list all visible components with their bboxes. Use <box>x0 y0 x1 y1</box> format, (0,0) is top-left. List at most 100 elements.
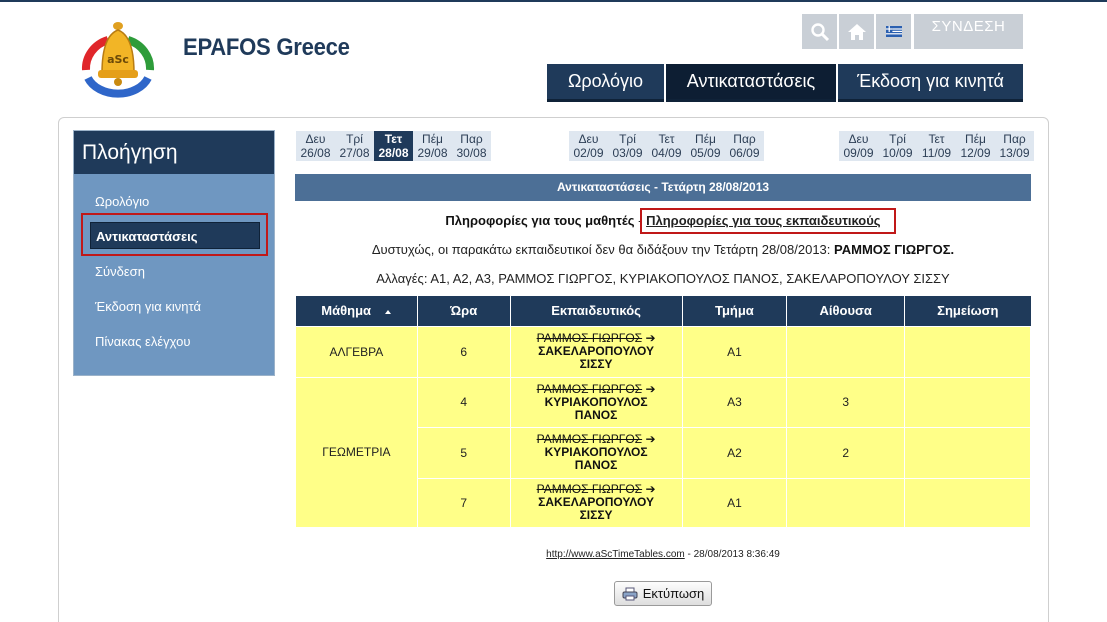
site-title[interactable]: EPAFOS Greece <box>183 34 350 62</box>
login-button[interactable]: ΣΥΝΔΕΣΗ <box>914 14 1023 49</box>
new-teacher-line2: ΠΑΝΟΣ <box>574 458 618 472</box>
teacher-cell: ΡΑΜΜΟΣ ΓΙΩΡΓΟΣ ➔ ΣΑΚΕΛΑΡΟΠΟΥΛΟΥ ΣΙΣΣΥ <box>509 325 683 378</box>
day-tab[interactable]: Παρ 13/09 <box>995 131 1034 161</box>
bell-logo-icon[interactable]: aSc <box>78 18 158 106</box>
asc-link[interactable]: http://www.aScTimeTables.com <box>546 549 685 560</box>
subject-cell: ΓΕΩΜΕΤΡΙΑ <box>295 376 418 528</box>
day-tab[interactable]: Τρί 03/09 <box>608 131 647 161</box>
new-teacher-line2: ΣΙΣΣΥ <box>579 357 613 371</box>
top-border <box>0 0 1107 2</box>
col-room[interactable]: Αίθουσα <box>786 296 906 326</box>
svg-text:aSc: aSc <box>107 53 129 66</box>
col-hour[interactable]: Ώρα <box>417 296 511 326</box>
sidebar-title: Πλοήγηση <box>74 131 274 174</box>
search-button[interactable] <box>802 14 837 49</box>
room-cell <box>786 477 906 528</box>
students-info-label: Πληροφορίες για τους μαθητές <box>445 213 635 228</box>
sidebar-item-timetable[interactable]: Ωρολόγιο <box>95 194 149 209</box>
day-tab[interactable]: Πέμ 12/09 <box>956 131 995 161</box>
table-row: ΑΛΓΕΒΡΑ 6 ΡΑΜΜΟΣ ΓΙΩΡΓΟΣ ➔ ΣΑΚΕΛΑΡΟΠΟΥΛΟΥ ΣΙ… <box>295 325 1031 378</box>
col-teacher[interactable]: Εκπαιδευτικός <box>510 296 683 326</box>
day-name: Δευ <box>848 132 869 146</box>
changes-line: Αλλαγές: Α1, Α2, Α3, ΡΑΜΜΟΣ ΓΙΩΡΓΟΣ, ΚΥΡ… <box>376 271 950 286</box>
old-teacher: ΡΑΜΜΟΣ ΓΙΩΡΓΟΣ <box>536 331 643 345</box>
col-class[interactable]: Τμήμα <box>682 296 788 326</box>
day-name: Τρί <box>346 132 363 146</box>
day-date: 03/09 <box>612 146 643 160</box>
hour-cell: 5 <box>416 426 511 479</box>
home-button[interactable] <box>839 14 874 49</box>
room-cell: 3 <box>786 376 906 428</box>
col-note[interactable]: Σημείωση <box>904 296 1031 326</box>
day-tab[interactable]: Τετ 04/09 <box>647 131 686 161</box>
nav-mobile-version[interactable]: Έκδοση για κινητά <box>838 64 1023 102</box>
day-name: Δευ <box>578 132 599 146</box>
day-name: Τετ <box>658 132 675 146</box>
room-cell <box>786 325 906 378</box>
language-button[interactable] <box>876 14 911 49</box>
day-date: 28/08 <box>378 146 409 160</box>
day-name: Παρ <box>1003 132 1026 146</box>
greek-flag-icon <box>885 26 902 37</box>
day-tab[interactable]: Παρ 06/09 <box>725 131 764 161</box>
absent-line: Δυστυχώς, οι παρακάτω εκπαιδευτικοί δεν … <box>295 242 1031 257</box>
note-cell <box>904 426 1031 479</box>
absent-text: Δυστυχώς, οι παρακάτω εκπαιδευτικοί δεν … <box>371 242 831 257</box>
day-date: 13/09 <box>999 146 1030 160</box>
arrow-icon: ➔ <box>645 432 656 446</box>
content-title: Αντικαταστάσεις - Τετάρτη 28/08/2013 <box>295 174 1031 201</box>
sidebar-item-mobile-version[interactable]: Έκδοση για κινητά <box>95 299 201 314</box>
day-date: 12/09 <box>960 146 991 160</box>
day-date: 27/08 <box>339 146 370 160</box>
footer-timestamp: - 28/08/2013 8:36:49 <box>687 549 780 560</box>
new-teacher-line2: ΣΙΣΣΥ <box>579 508 613 522</box>
day-tab[interactable]: Τετ 11/09 <box>917 131 956 161</box>
room-cell: 2 <box>786 426 906 479</box>
day-date: 29/08 <box>417 146 448 160</box>
teachers-link-highlight-box <box>640 208 896 234</box>
day-tab[interactable]: Δευ 02/09 <box>569 131 608 161</box>
day-tab[interactable]: Τρί 27/08 <box>335 131 374 161</box>
print-button[interactable]: Εκτύπωση <box>614 581 712 606</box>
teacher-cell: ΡΑΜΜΟΣ ΓΙΩΡΓΟΣ ➔ ΚΥΡΙΑΚΟΠΟΥΛΟΣ ΠΑΝΟΣ <box>509 376 683 428</box>
footer-line: http://www.aScTimeTables.com - 28/08/201… <box>295 549 1031 560</box>
class-cell: Α1 <box>681 477 788 528</box>
old-teacher: ΡΑΜΜΟΣ ΓΙΩΡΓΟΣ <box>536 432 643 446</box>
day-date: 11/09 <box>921 146 952 160</box>
day-name: Τετ <box>384 132 403 146</box>
hour-cell: 7 <box>416 477 511 528</box>
day-tab[interactable]: Πέμ 29/08 <box>413 131 452 161</box>
day-tab[interactable]: Δευ 26/08 <box>296 131 335 161</box>
teacher-cell: ΡΑΜΜΟΣ ΓΙΩΡΓΟΣ ➔ ΚΥΡΙΑΚΟΠΟΥΛΟΣ ΠΑΝΟΣ <box>509 426 683 479</box>
day-tab[interactable]: Παρ 30/08 <box>452 131 491 161</box>
day-tab[interactable]: Τρί 10/09 <box>878 131 917 161</box>
class-cell: Α3 <box>681 376 788 428</box>
day-name: Δευ <box>305 132 326 146</box>
print-label: Εκτύπωση <box>642 586 705 601</box>
absent-names: ΡΑΜΜΟΣ ΓΙΩΡΓΟΣ. <box>834 242 955 257</box>
day-name: Πέμ <box>422 132 443 146</box>
new-teacher-line2: ΠΑΝΟΣ <box>574 407 618 422</box>
day-tab[interactable]: Δευ 09/09 <box>839 131 878 161</box>
day-tab[interactable]: Τετ 28/08 <box>374 131 413 161</box>
day-name: Παρ <box>460 132 483 146</box>
home-icon <box>847 23 866 40</box>
day-name: Πέμ <box>695 132 716 146</box>
day-name: Τετ <box>928 132 945 146</box>
nav-timetable[interactable]: Ωρολόγιο <box>547 64 664 102</box>
sort-asc-icon <box>385 309 392 314</box>
nav-substitutions[interactable]: Αντικαταστάσεις <box>666 64 836 102</box>
substitutions-table: Μάθημα Ώρα Εκπαιδευτικός Τμήμα Αίθουσα Σ… <box>295 296 1031 528</box>
sidebar-item-control-panel[interactable]: Πίνακας ελέγχου <box>95 334 190 349</box>
new-teacher-line1: ΣΑΚΕΛΑΡΟΠΟΥΛΟΥ <box>538 344 654 358</box>
day-date: 10/09 <box>882 146 913 160</box>
sidebar-item-login[interactable]: Σύνδεση <box>95 264 145 279</box>
col-subject[interactable]: Μάθημα <box>295 296 418 326</box>
old-teacher: ΡΑΜΜΟΣ ΓΙΩΡΓΟΣ <box>536 482 643 496</box>
day-tab[interactable]: Πέμ 05/09 <box>686 131 725 161</box>
note-cell <box>904 376 1031 428</box>
new-teacher-line1: ΚΥΡΙΑΚΟΠΟΥΛΟΣ <box>544 394 648 409</box>
day-name: Παρ <box>733 132 756 146</box>
new-teacher-line1: ΣΑΚΕΛΑΡΟΠΟΥΛΟΥ <box>538 495 654 509</box>
note-cell <box>904 325 1031 378</box>
